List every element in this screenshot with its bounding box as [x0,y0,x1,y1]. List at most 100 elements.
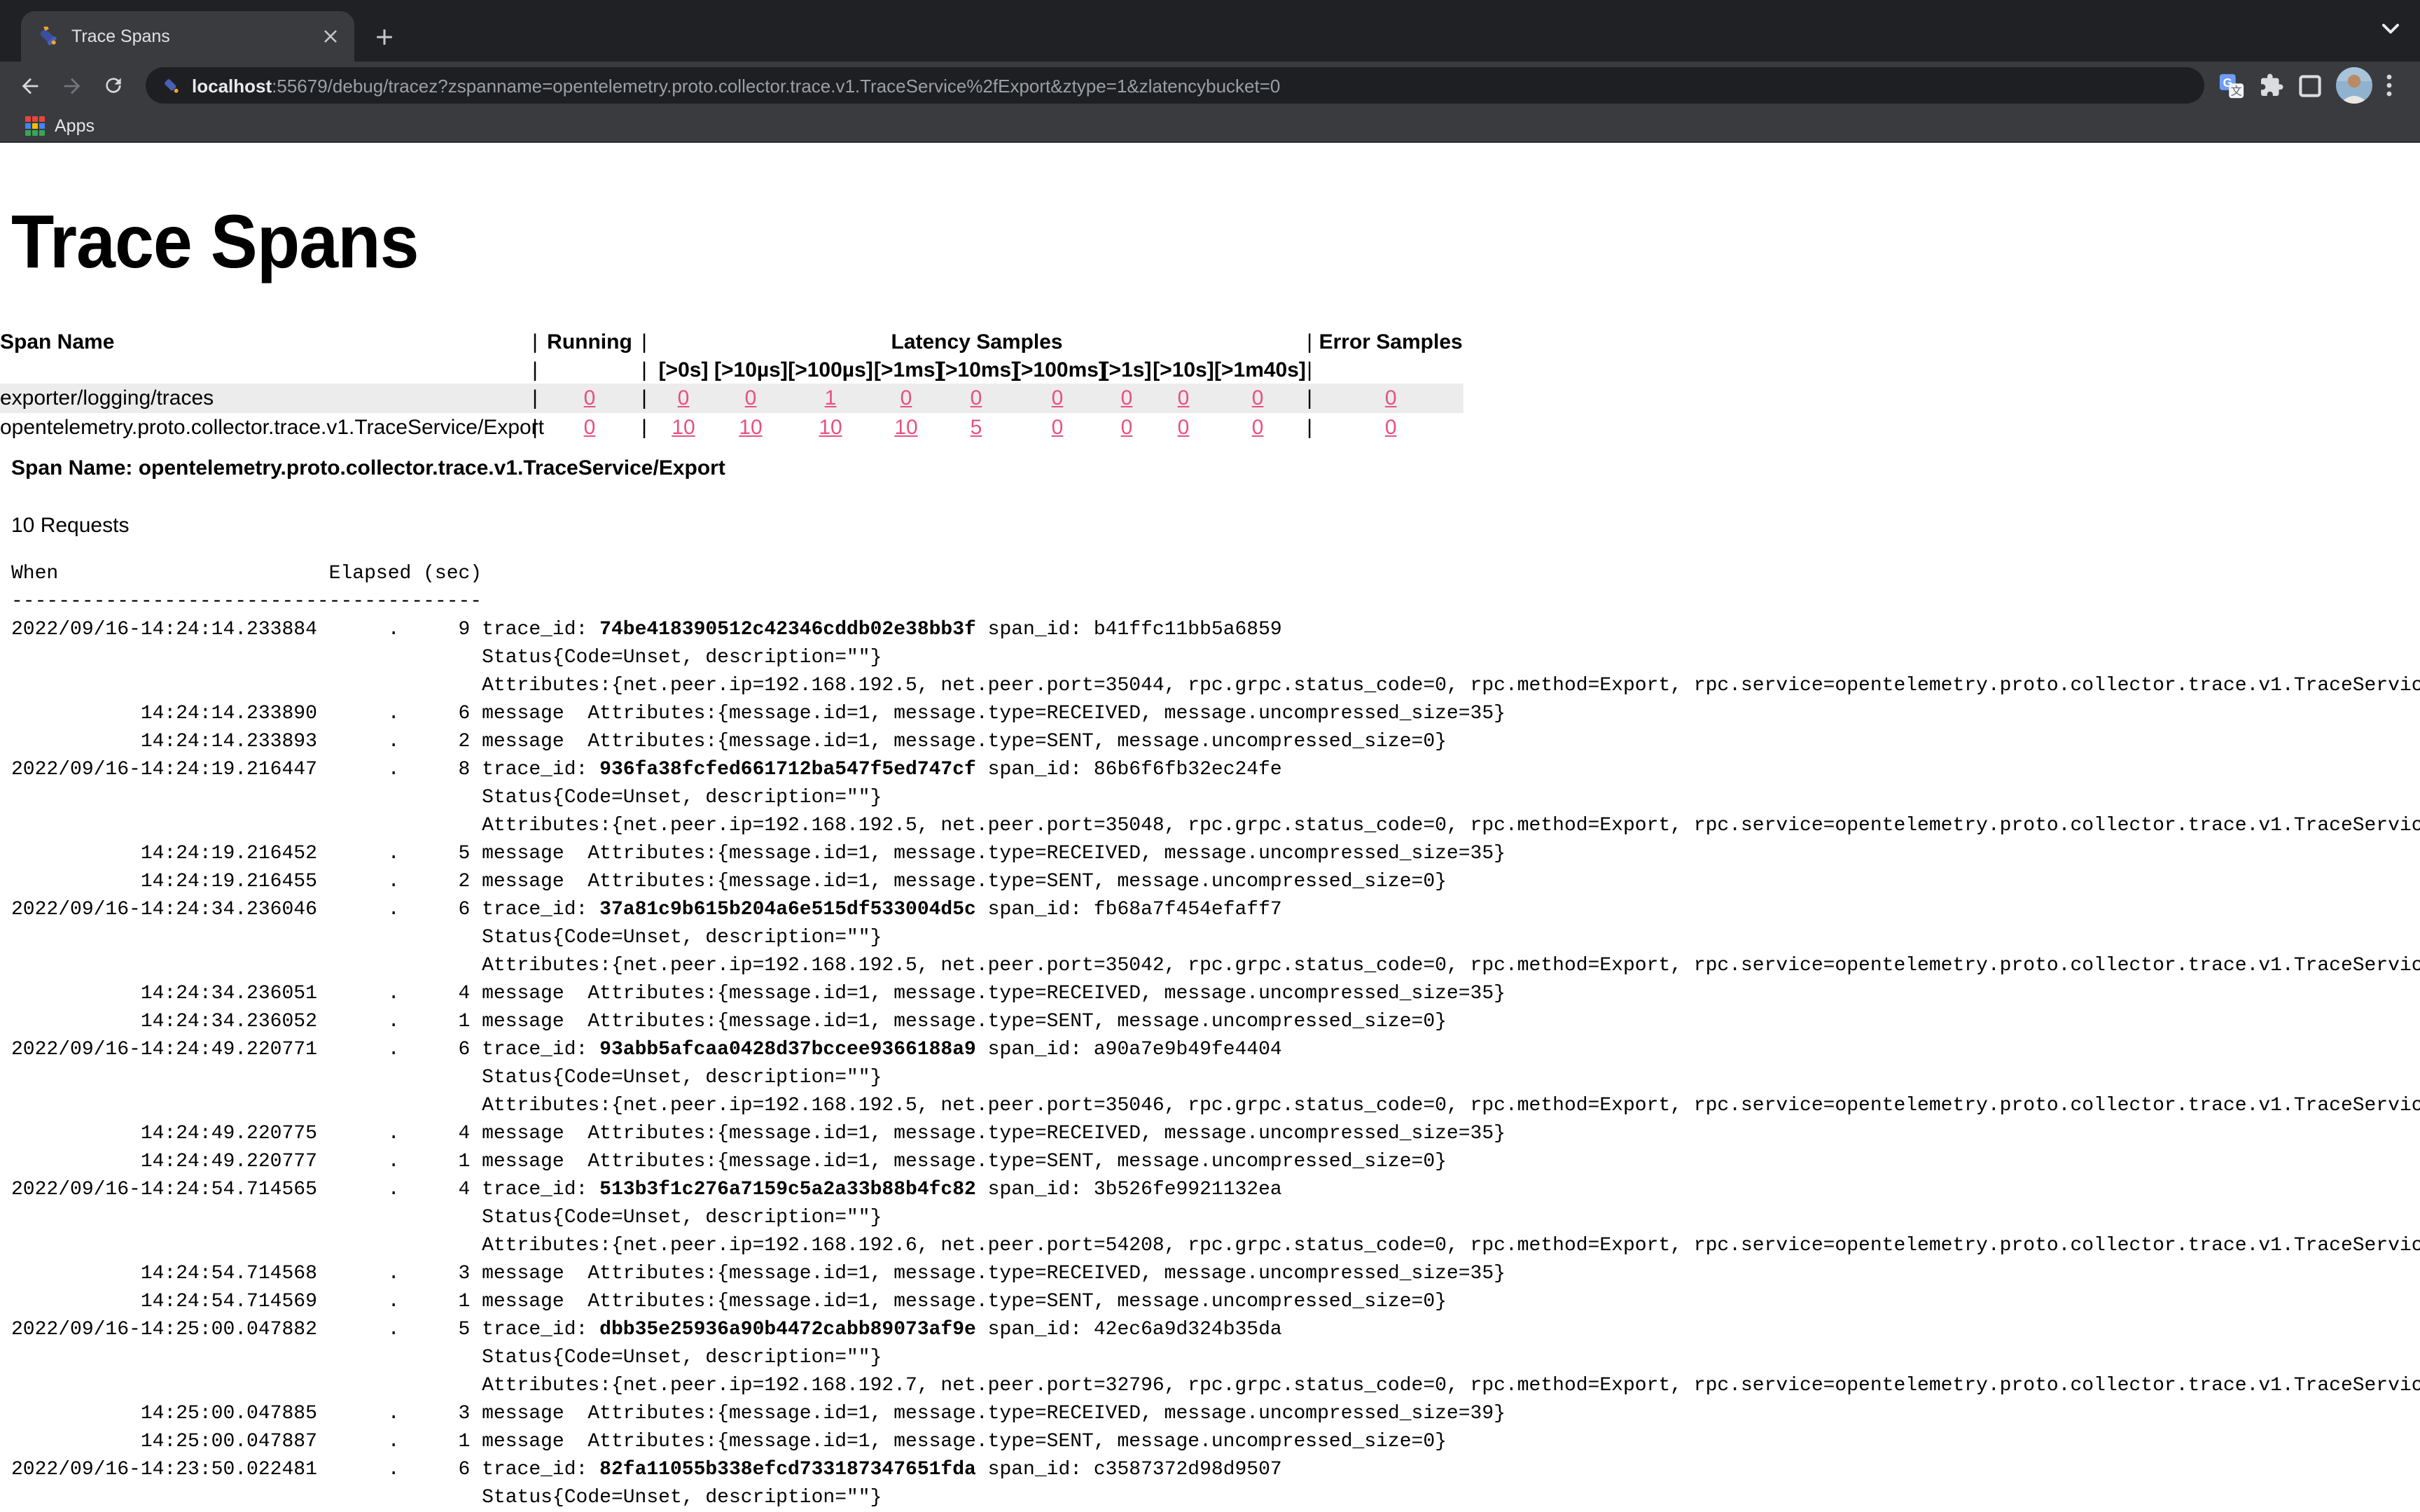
browser-window: Trace Spans [0,0,2420,1512]
svg-text:文: 文 [2231,83,2242,97]
separator: | [527,356,543,384]
tab-strip: Trace Spans [0,0,2420,62]
reload-button[interactable] [95,67,132,104]
latency-bucket-label: [>0s] [653,356,714,384]
trace-id: 37a81c9b615b204a6e515df533004d5c [599,899,976,921]
latency-count-cell: 0 [874,384,938,413]
latency-count-link[interactable]: 10 [819,416,842,440]
translate-icon[interactable]: G 文 [2218,72,2245,99]
bucket-header-row: ||[>0s][>10µs][>100µs][>1ms][>10ms][>100… [0,356,1463,384]
error-count-link[interactable]: 0 [1385,386,1397,410]
span-row: exporter/logging/traces|0|001000000|0 [0,384,1463,413]
trace-log: When Elapsed (sec) ---------------------… [11,560,2420,1512]
latency-count-link[interactable]: 0 [1052,386,1064,410]
empty-cell [543,356,636,384]
latency-count-link[interactable]: 0 [1121,386,1133,410]
latency-count-link[interactable]: 1 [825,386,837,410]
latency-count-link[interactable]: 0 [971,386,982,410]
toolbar-right-icons: G 文 [2218,67,2409,104]
apps-grid-icon[interactable] [25,115,45,135]
separator: | [636,356,653,384]
latency-count-link[interactable]: 10 [739,416,762,440]
column-latency-samples: Latency Samples [653,328,1301,356]
span-name: exporter/logging/traces [0,384,527,413]
latency-count-cell: 10 [874,413,938,442]
separator: | [636,384,653,413]
latency-count-cell: 0 [1101,413,1153,442]
separator: | [1301,413,1318,442]
span-summary-table: Span Name | Running | Latency Samples | … [0,328,1463,442]
separator: | [1301,384,1318,413]
latency-bucket-label: [>1ms] [874,356,938,384]
latency-count-link[interactable]: 0 [745,386,757,410]
running-count-link[interactable]: 0 [584,416,596,440]
url-host: localhost [192,75,272,96]
latency-count-link[interactable]: 0 [900,386,912,410]
latency-count-cell: 0 [1214,384,1301,413]
latency-bucket-label: [>1m40s] [1214,356,1301,384]
latency-count-link[interactable]: 5 [971,416,982,440]
table-header-row: Span Name | Running | Latency Samples | … [0,328,1463,356]
latency-count-link[interactable]: 0 [1178,386,1190,410]
latency-count-cell: 0 [1014,384,1101,413]
extensions-puzzle-icon[interactable] [2259,73,2284,98]
latency-count-link[interactable]: 0 [1121,416,1133,440]
zpages-favicon [162,76,181,94]
browser-toolbar: localhost:55679/debug/tracez?zspanname=o… [0,62,2420,109]
latency-count-cell: 10 [653,413,714,442]
latency-bucket-label: [>100µs] [787,356,874,384]
trace-id: dbb35e25936a90b4472cabb89073af9e [599,1319,976,1341]
column-running: Running [543,328,636,356]
error-count-link[interactable]: 0 [1385,416,1397,440]
tab-title: Trace Spans [71,27,318,46]
latency-bucket-label: [>10s] [1153,356,1214,384]
latency-count-link[interactable]: 10 [894,416,917,440]
page-content: Trace Spans Span Name | Running | Latenc… [0,143,2420,1512]
latency-count-cell: 0 [1014,413,1101,442]
url-path: :55679/debug/tracez?zspanname=openteleme… [272,75,1280,96]
separator: | [527,328,543,356]
browser-menu-icon[interactable] [2386,74,2392,97]
latency-count-link[interactable]: 0 [1252,416,1264,440]
latency-count-cell: 0 [1101,384,1153,413]
latency-bucket-label: [>100ms] [1014,356,1101,384]
page-title: Trace Spans [11,199,419,286]
span-name: opentelemetry.proto.collector.trace.v1.T… [0,413,527,442]
latency-count-link[interactable]: 10 [672,416,695,440]
latency-count-link[interactable]: 0 [1252,386,1264,410]
latency-count-link[interactable]: 0 [1052,416,1064,440]
column-span-name: Span Name [0,328,527,356]
apps-bookmark[interactable]: Apps [55,115,95,135]
separator: | [636,413,653,442]
latency-count-link[interactable]: 0 [1178,416,1190,440]
side-panel-icon[interactable] [2298,74,2322,97]
separator: | [527,384,543,413]
back-button[interactable] [11,67,48,104]
profile-avatar[interactable] [2336,67,2372,104]
running-count-cell: 0 [543,413,636,442]
requests-count: 10 Requests [11,514,2420,538]
latency-count-cell: 0 [653,384,714,413]
latency-count-cell: 0 [1153,413,1214,442]
latency-count-link[interactable]: 0 [678,386,690,410]
error-count-cell: 0 [1318,384,1463,413]
new-tab-button[interactable] [367,20,401,53]
error-count-cell: 0 [1318,413,1463,442]
forward-button[interactable] [53,67,90,104]
trace-id: 936fa38fcfed661712ba547f5ed747cf [599,759,976,781]
latency-bucket-label: [>10µs] [714,356,787,384]
latency-count-cell: 1 [787,384,874,413]
empty-cell [0,356,527,384]
empty-cell [1318,356,1463,384]
url-text: localhost:55679/debug/tracez?zspanname=o… [192,75,1280,96]
latency-count-cell: 10 [714,413,787,442]
tab-trace-spans[interactable]: Trace Spans [21,11,354,62]
tab-search-chevron-icon[interactable] [2381,22,2400,35]
column-error-samples: Error Samples [1318,328,1463,356]
tab-close-icon[interactable] [318,24,343,49]
running-count-link[interactable]: 0 [584,386,596,410]
running-count-cell: 0 [543,384,636,413]
url-bar[interactable]: localhost:55679/debug/tracez?zspanname=o… [146,67,2204,104]
bookmarks-bar: Apps [0,109,2420,143]
latency-bucket-label: [>10ms] [938,356,1014,384]
